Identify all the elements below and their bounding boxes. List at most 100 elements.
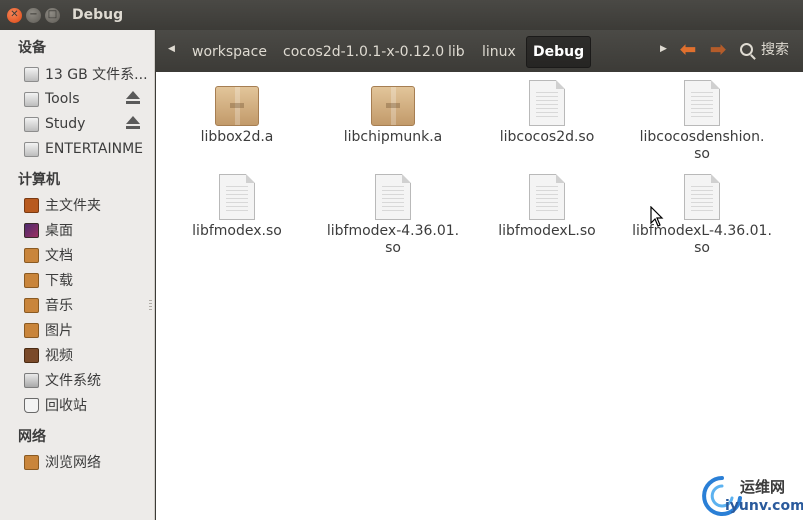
minimize-icon: −: [29, 9, 38, 20]
sidebar-heading-network: 网络: [18, 429, 46, 445]
documents-folder-icon: [24, 247, 39, 263]
file-item[interactable]: libbox2d.a: [162, 80, 312, 146]
breadcrumb-linux[interactable]: linux: [478, 36, 520, 68]
file-name: libfmodexL.so: [498, 223, 596, 239]
sidebar-item-label: 视频: [45, 348, 73, 364]
sidebar-heading-devices: 设备: [18, 40, 46, 56]
arrow-left-icon: ⬅: [679, 37, 697, 61]
arrow-right-icon: ➡: [709, 37, 727, 61]
file-view: libbox2d.a libchipmunk.a libcocos2d.so l…: [156, 72, 803, 520]
pictures-folder-icon: [24, 322, 39, 338]
search-label: 搜索: [761, 42, 789, 58]
sidebar-item-label: 桌面: [45, 223, 73, 239]
file-item[interactable]: libfmodex-4.36.01. so: [318, 174, 468, 257]
maximize-window-button[interactable]: □: [45, 7, 60, 23]
sidebar-item-desktop[interactable]: 桌面: [24, 219, 152, 241]
sidebar-item-label: Tools: [45, 91, 80, 107]
sidebar-item-label: 音乐: [45, 298, 73, 314]
sidebar-item-label: 文档: [45, 248, 73, 264]
sidebar-item-label: 13 GB 文件系...: [45, 67, 148, 83]
sidebar-item-label: ENTERTAINME: [45, 141, 143, 157]
network-icon: [24, 454, 39, 470]
file-name: libchipmunk.a: [343, 129, 443, 145]
music-folder-icon: [24, 297, 39, 313]
drive-icon: [24, 91, 39, 107]
sidebar: 设备 13 GB 文件系... Tools Study ENTERTAINME …: [0, 30, 155, 520]
watermark-brand: 运维网: [740, 478, 786, 496]
document-icon: [219, 174, 255, 220]
file-name: libcocos2d.so: [499, 129, 595, 145]
file-name-line1: libfmodex-4.36.01.: [326, 223, 460, 239]
filesystem-icon: [24, 372, 39, 388]
file-item[interactable]: libcocos2d.so: [472, 80, 622, 146]
minimize-window-button[interactable]: −: [26, 7, 41, 23]
eject-icon[interactable]: [126, 116, 140, 130]
watermark: 运维网 iyunv.com: [700, 472, 803, 518]
breadcrumb-cocos2d[interactable]: cocos2d-1.0.1-x-0.12.0: [279, 36, 448, 68]
file-name-line2: so: [694, 146, 710, 162]
downloads-folder-icon: [24, 272, 39, 288]
drive-icon: [24, 66, 39, 82]
sidebar-item-label: 主文件夹: [45, 198, 101, 214]
file-item[interactable]: libcocosdenshion. so: [627, 80, 777, 163]
close-window-button[interactable]: ✕: [7, 7, 22, 23]
document-icon: [529, 174, 565, 220]
search-icon: [740, 42, 753, 56]
sidebar-item-tools[interactable]: Tools: [24, 88, 152, 110]
watermark-url: iyunv.com: [725, 498, 803, 514]
sidebar-item-label: 回收站: [45, 398, 87, 414]
window-titlebar: ✕ − □ Debug: [0, 0, 803, 30]
file-name-line2: so: [385, 240, 401, 256]
sidebar-item-13gb-filesystem[interactable]: 13 GB 文件系...: [24, 63, 152, 85]
sidebar-item-label: Study: [45, 116, 86, 132]
eject-icon[interactable]: [126, 91, 140, 105]
drive-icon: [24, 116, 39, 132]
sidebar-item-pictures[interactable]: 图片: [24, 319, 152, 341]
file-name-line1: libcocosdenshion.: [639, 129, 765, 145]
desktop-icon: [24, 222, 39, 238]
breadcrumb-lib[interactable]: lib: [444, 36, 469, 68]
archive-icon: [215, 86, 259, 126]
file-item[interactable]: libfmodex.so: [162, 174, 312, 240]
window-title: Debug: [72, 7, 124, 23]
toolbar: ◀ workspace cocos2d-1.0.1-x-0.12.0 lib l…: [156, 30, 803, 72]
document-icon: [375, 174, 411, 220]
sidebar-item-downloads[interactable]: 下载: [24, 269, 152, 291]
sidebar-item-browse-network[interactable]: 浏览网络: [24, 451, 152, 473]
sidebar-item-trash[interactable]: 回收站: [24, 394, 152, 416]
sidebar-item-study[interactable]: Study: [24, 113, 152, 135]
breadcrumb-workspace[interactable]: workspace: [188, 36, 271, 68]
home-folder-icon: [24, 197, 39, 213]
scroll-right-icon[interactable]: ▶: [660, 44, 667, 54]
sidebar-item-videos[interactable]: 视频: [24, 344, 152, 366]
sidebar-item-filesystem[interactable]: 文件系统: [24, 369, 152, 391]
file-name: libfmodex.so: [192, 223, 282, 239]
sidebar-resize-handle[interactable]: [149, 300, 152, 312]
breadcrumb-debug[interactable]: Debug: [526, 36, 592, 68]
scroll-left-icon[interactable]: ◀: [168, 44, 175, 54]
close-icon: ✕: [10, 9, 19, 20]
file-item[interactable]: libchipmunk.a: [318, 80, 468, 146]
sidebar-item-label: 下载: [45, 273, 73, 289]
sidebar-item-music[interactable]: 音乐: [24, 294, 152, 316]
sidebar-item-label: 浏览网络: [45, 455, 101, 471]
document-icon: [529, 80, 565, 126]
sidebar-item-documents[interactable]: 文档: [24, 244, 152, 266]
sidebar-item-entertainment[interactable]: ENTERTAINME: [24, 138, 152, 160]
back-button[interactable]: ⬅: [676, 36, 700, 62]
document-icon: [684, 80, 720, 126]
document-icon: [684, 174, 720, 220]
forward-button[interactable]: ➡: [706, 36, 730, 62]
file-item[interactable]: libfmodexL.so: [472, 174, 622, 240]
sidebar-item-label: 文件系统: [45, 373, 101, 389]
drive-icon: [24, 141, 39, 157]
trash-icon: [24, 397, 39, 413]
search-button[interactable]: 搜索: [740, 39, 789, 59]
archive-icon: [371, 86, 415, 126]
sidebar-item-home[interactable]: 主文件夹: [24, 194, 152, 216]
sidebar-heading-computer: 计算机: [18, 172, 60, 188]
file-name: libbox2d.a: [200, 129, 274, 145]
videos-folder-icon: [24, 347, 39, 363]
maximize-icon: □: [47, 9, 58, 20]
sidebar-item-label: 图片: [45, 323, 73, 339]
